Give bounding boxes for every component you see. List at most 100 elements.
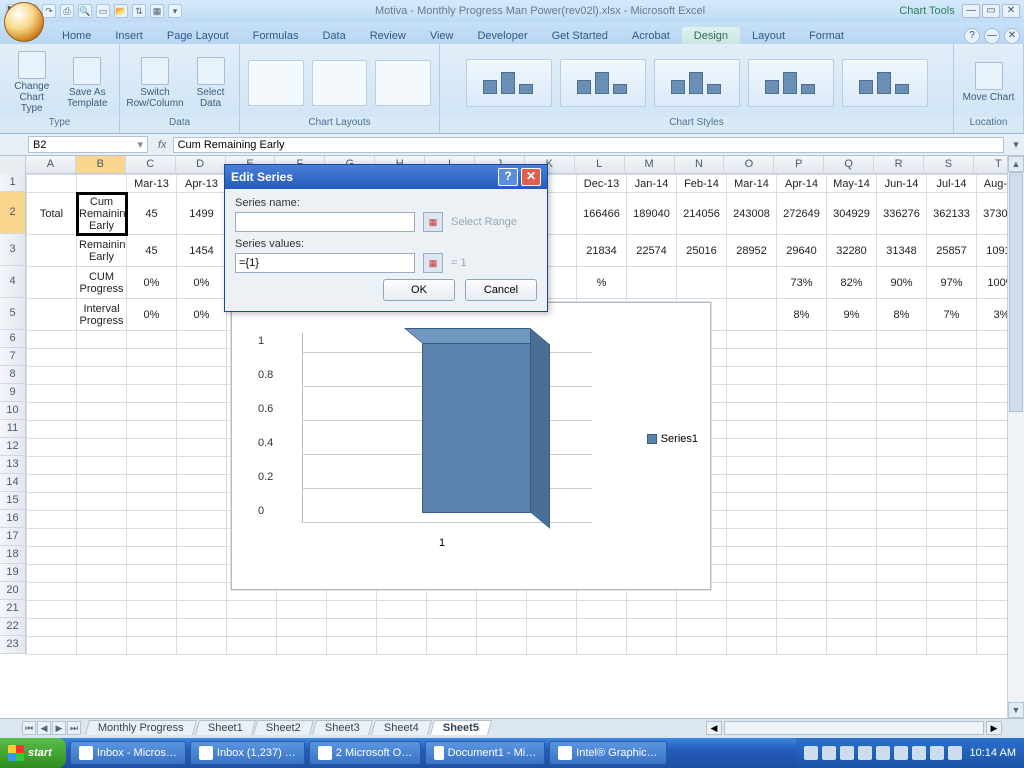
cell[interactable]: 31348 xyxy=(877,235,927,267)
cell[interactable] xyxy=(877,403,927,421)
tab-review[interactable]: Review xyxy=(358,27,418,44)
cell[interactable] xyxy=(777,403,827,421)
cell[interactable] xyxy=(727,583,777,601)
cell[interactable]: 304929 xyxy=(827,193,877,235)
cell[interactable] xyxy=(27,529,77,547)
col-R[interactable]: R xyxy=(874,156,924,173)
tab-insert[interactable]: Insert xyxy=(103,27,155,44)
cell[interactable] xyxy=(77,403,127,421)
cell[interactable] xyxy=(827,385,877,403)
cell[interactable]: 272649 xyxy=(777,193,827,235)
row-20[interactable]: 20 xyxy=(0,582,25,600)
cell[interactable] xyxy=(177,367,227,385)
qat-preview-icon[interactable]: 🔍 xyxy=(78,4,92,18)
close-icon[interactable]: ✕ xyxy=(1002,4,1020,18)
row-18[interactable]: 18 xyxy=(0,546,25,564)
cell[interactable] xyxy=(877,475,927,493)
hscroll-track[interactable] xyxy=(724,721,984,735)
cell[interactable]: 189040 xyxy=(627,193,677,235)
tab-page-layout[interactable]: Page Layout xyxy=(155,27,241,44)
expand-formula-bar-icon[interactable]: ▾ xyxy=(1008,138,1024,151)
cell[interactable] xyxy=(827,457,877,475)
chart-style-2[interactable] xyxy=(560,59,646,107)
col-B[interactable]: B xyxy=(76,156,126,173)
row-6[interactable]: 6 xyxy=(0,330,25,348)
cell[interactable] xyxy=(827,637,877,655)
cell[interactable] xyxy=(27,439,77,457)
row-21[interactable]: 21 xyxy=(0,600,25,618)
range-selector-icon[interactable]: ▦ xyxy=(423,212,443,232)
sheet-tab-sheet1[interactable]: Sheet1 xyxy=(195,720,256,735)
cell[interactable] xyxy=(127,349,177,367)
cell[interactable] xyxy=(77,439,127,457)
cell[interactable] xyxy=(627,619,677,637)
cell[interactable] xyxy=(127,601,177,619)
cell[interactable]: 0% xyxy=(177,299,227,331)
cell[interactable] xyxy=(77,583,127,601)
cell[interactable] xyxy=(727,565,777,583)
cell[interactable] xyxy=(777,493,827,511)
cell[interactable]: 25857 xyxy=(927,235,977,267)
cell[interactable] xyxy=(77,457,127,475)
cell[interactable]: 8% xyxy=(777,299,827,331)
cell[interactable] xyxy=(927,511,977,529)
cell[interactable] xyxy=(77,349,127,367)
cell[interactable] xyxy=(727,493,777,511)
cell[interactable] xyxy=(777,601,827,619)
cell[interactable] xyxy=(327,601,377,619)
cell[interactable] xyxy=(27,235,77,267)
cell[interactable] xyxy=(477,619,527,637)
cell[interactable] xyxy=(927,565,977,583)
tab-developer[interactable]: Developer xyxy=(465,27,539,44)
cell[interactable] xyxy=(127,583,177,601)
cell[interactable] xyxy=(777,475,827,493)
cell[interactable] xyxy=(77,511,127,529)
tab-layout[interactable]: Layout xyxy=(740,27,797,44)
cell[interactable]: 7% xyxy=(927,299,977,331)
cell[interactable] xyxy=(727,475,777,493)
dialog-close-icon[interactable]: ✕ xyxy=(521,168,541,186)
cell[interactable] xyxy=(27,457,77,475)
cell[interactable] xyxy=(127,367,177,385)
cell[interactable] xyxy=(827,511,877,529)
cell[interactable] xyxy=(177,349,227,367)
cell[interactable] xyxy=(27,367,77,385)
cell[interactable]: 45 xyxy=(127,235,177,267)
tab-formulas[interactable]: Formulas xyxy=(241,27,311,44)
tray-icon[interactable] xyxy=(804,746,818,760)
cell[interactable] xyxy=(777,349,827,367)
cell[interactable] xyxy=(927,493,977,511)
cell[interactable]: 28952 xyxy=(727,235,777,267)
tab-acrobat[interactable]: Acrobat xyxy=(620,27,682,44)
cell[interactable]: Jun-14 xyxy=(877,175,927,193)
cell[interactable]: Apr-13 xyxy=(177,175,227,193)
cell[interactable]: 0% xyxy=(127,267,177,299)
cell[interactable] xyxy=(827,601,877,619)
tab-format[interactable]: Format xyxy=(797,27,856,44)
cell[interactable] xyxy=(777,547,827,565)
cell[interactable] xyxy=(27,565,77,583)
cell[interactable] xyxy=(727,601,777,619)
name-box[interactable]: B2▾ xyxy=(28,136,148,153)
cell[interactable] xyxy=(777,367,827,385)
cell[interactable] xyxy=(827,583,877,601)
select-all-corner[interactable] xyxy=(0,156,26,174)
row-13[interactable]: 13 xyxy=(0,456,25,474)
tray-icon[interactable] xyxy=(930,746,944,760)
cell[interactable] xyxy=(627,637,677,655)
sheet-nav-prev-icon[interactable]: ◀ xyxy=(37,721,51,735)
cell[interactable] xyxy=(827,439,877,457)
cell[interactable] xyxy=(127,493,177,511)
cell[interactable] xyxy=(877,637,927,655)
cell[interactable] xyxy=(177,493,227,511)
row-3[interactable]: 3 xyxy=(0,234,25,266)
cell[interactable] xyxy=(77,367,127,385)
cell[interactable] xyxy=(177,511,227,529)
cell[interactable] xyxy=(827,331,877,349)
row-22[interactable]: 22 xyxy=(0,618,25,636)
cell[interactable] xyxy=(377,601,427,619)
cell[interactable] xyxy=(827,565,877,583)
chart-layout-3[interactable] xyxy=(375,60,431,106)
cell[interactable] xyxy=(927,547,977,565)
restore-icon[interactable]: ▭ xyxy=(982,4,1000,18)
